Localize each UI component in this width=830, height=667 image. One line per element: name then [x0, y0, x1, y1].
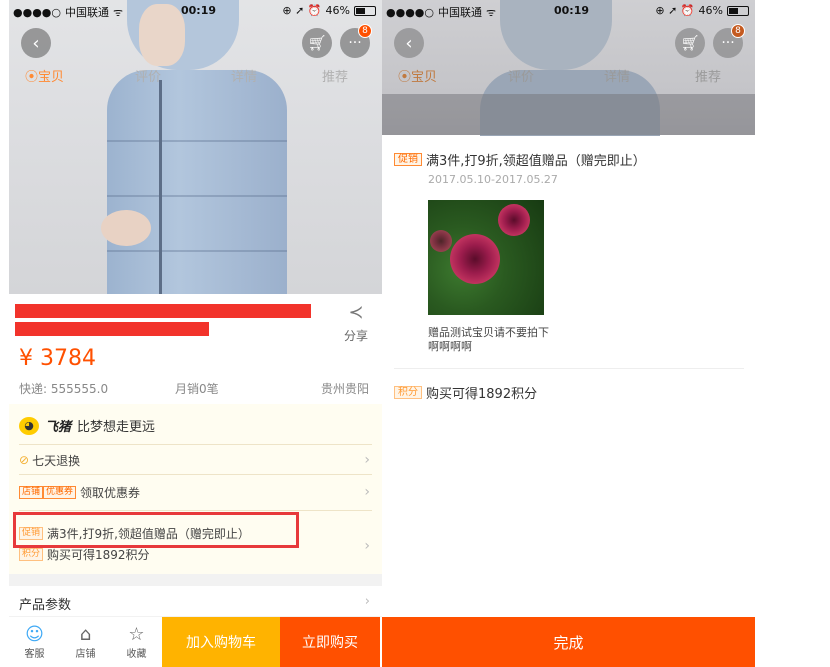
feizhu-brand: 飞猪: [45, 420, 72, 435]
tab-recommend[interactable]: 推荐: [695, 66, 721, 85]
status-time: 00:19: [181, 4, 217, 17]
status-bar: ●●●●○ 中国联通 ᯤ 00:19 ⊕ ➚ ⏰ 46%: [9, 0, 382, 22]
star-icon: ☆: [128, 623, 145, 645]
params-label: 产品参数: [19, 598, 72, 613]
location-pin-icon: ⦿: [398, 70, 412, 85]
tab-details[interactable]: 详情: [231, 66, 257, 85]
share-label: 分享: [343, 329, 368, 343]
battery-percent: 46%: [325, 4, 350, 17]
redacted-title-line-1: [15, 304, 311, 318]
feizhu-slogan: 比梦想走更远: [77, 420, 156, 435]
coupon-tag: 优惠券: [43, 485, 77, 499]
carrier-label: 中国联通: [438, 6, 482, 19]
buy-now-button[interactable]: 立即购买: [280, 617, 380, 667]
wifi-icon: ᯤ: [486, 5, 497, 19]
points-tag: 积分: [394, 386, 422, 399]
battery-icon: [354, 5, 376, 16]
back-button[interactable]: ‹: [394, 28, 424, 58]
done-button[interactable]: 完成: [382, 617, 755, 667]
tab-baobei[interactable]: ⦿宝贝: [398, 66, 437, 85]
tab-reviews[interactable]: 评价: [135, 66, 161, 85]
bottom-action-bar: ☺︎ 客服 ⌂ 店铺 ☆ 收藏 加入购物车 立即购买: [9, 617, 382, 667]
promo-highlight-annotation: [13, 512, 299, 548]
product-page: ●●●●○ 中国联通 ᯤ 00:19 ⊕ ➚ ⏰ 46% ‹ 🛒︎ ··· 8 …: [9, 0, 382, 667]
status-icons: ⊕ ➚ ⏰: [282, 4, 322, 17]
feizhu-service-block: ◕ 飞猪 比梦想走更远 ⊘ 七天退换 › 店铺 优惠券 领取优惠券 › 促销 满…: [9, 404, 382, 574]
service-icon: ☺︎: [25, 623, 44, 645]
points-text: 购买可得1892积分: [47, 547, 150, 562]
feizhu-logo-icon: ◕: [19, 416, 39, 435]
promo-date-range: 2017.05.10-2017.05.27: [428, 173, 558, 186]
coupon-row[interactable]: 店铺 优惠券 领取优惠券 ›: [9, 482, 382, 502]
coupon-text: 领取优惠券: [80, 485, 141, 500]
gift-product-image[interactable]: [428, 200, 544, 315]
ship-location: 贵州贵阳: [321, 382, 370, 396]
tab-details[interactable]: 详情: [604, 66, 630, 85]
signal-icon: ●●●●○: [386, 5, 434, 19]
chevron-right-icon: ›: [364, 484, 370, 500]
chevron-right-icon: ›: [364, 452, 370, 468]
location-pin-icon: ⦿: [25, 70, 39, 85]
return-policy-text: 七天退换: [32, 453, 81, 468]
more-icon: ···: [348, 35, 362, 51]
status-bar: ●●●●○ 中国联通 ᯤ 00:19 ⊕ ➚ ⏰ 46%: [382, 0, 755, 22]
back-button[interactable]: ‹: [21, 28, 51, 58]
cart-icon: 🛒︎: [680, 34, 700, 52]
cart-button[interactable]: 🛒︎: [675, 28, 705, 58]
store-tag: 店铺: [19, 485, 44, 499]
service-button[interactable]: ☺︎ 客服: [9, 617, 60, 667]
product-tabs: ⦿宝贝 评价 详情 推荐: [9, 66, 382, 86]
carrier-label: 中国联通: [65, 6, 109, 19]
share-button[interactable]: ≺ 分享: [339, 302, 373, 344]
add-to-cart-button[interactable]: 加入购物车: [162, 617, 280, 667]
redacted-title-line-2: [15, 322, 209, 336]
monthly-sales: 月销0笔: [175, 382, 219, 396]
points-text: 购买可得1892积分: [426, 387, 538, 402]
tab-reviews[interactable]: 评价: [508, 66, 534, 85]
signal-icon: ●●●●○: [13, 5, 61, 19]
battery-percent: 46%: [698, 4, 723, 17]
favorite-button[interactable]: ☆ 收藏: [111, 617, 162, 667]
tab-baobei[interactable]: ⦿宝贝: [25, 66, 64, 85]
store-icon: ⌂: [79, 623, 92, 645]
store-button[interactable]: ⌂ 店铺: [60, 617, 111, 667]
chevron-left-icon: ‹: [405, 32, 413, 54]
cart-icon: 🛒︎: [307, 34, 327, 52]
more-badge: 8: [731, 24, 745, 38]
more-icon: ···: [721, 35, 735, 51]
product-title-block: ≺ 分享 ¥ 3784 快递: 555555.0 月销0笔 贵州贵阳: [9, 294, 382, 404]
chevron-right-icon: ›: [364, 594, 370, 609]
wifi-icon: ᯤ: [113, 5, 124, 19]
status-time: 00:19: [554, 4, 590, 17]
promo-text: 满3件,打9折,领超值赠品（赠完即止）: [426, 154, 646, 169]
return-policy-row[interactable]: ⊘ 七天退换 ›: [9, 450, 382, 470]
promo-detail-sheet: ●●●●○ 中国联通 ᯤ 00:19 ⊕ ➚ ⏰ 46% ‹ 🛒︎ ··· 8 …: [382, 0, 755, 667]
battery-icon: [727, 5, 749, 16]
cart-button[interactable]: 🛒︎: [302, 28, 332, 58]
tab-recommend[interactable]: 推荐: [322, 66, 348, 85]
chevron-left-icon: ‹: [32, 32, 40, 54]
more-badge: 8: [358, 24, 372, 38]
shipping-fee: 快递: 555555.0: [19, 382, 109, 396]
promo-tag: 促销: [394, 153, 422, 166]
points-row: 积分 购买可得1892积分: [394, 383, 537, 402]
share-icon: ≺: [348, 302, 364, 323]
status-icons: ⊕ ➚ ⏰: [655, 4, 695, 17]
gift-caption: 赠品测试宝贝请不要拍下啊啊啊啊: [428, 326, 549, 353]
promo-heading: 促销 满3件,打9折,领超值赠品（赠完即止）: [394, 150, 646, 169]
feizhu-header: ◕ 飞猪 比梦想走更远: [19, 416, 155, 435]
product-params-row[interactable]: 产品参数 ›: [9, 586, 382, 616]
check-circle-icon: ⊘: [19, 453, 30, 467]
screenshot-canvas: ●●●●○ 中国联通 ᯤ 00:19 ⊕ ➚ ⏰ 46% ‹ 🛒︎ ··· 8 …: [0, 0, 830, 667]
points-tag: 积分: [19, 547, 44, 561]
product-tabs-dimmed: ⦿宝贝 评价 详情 推荐: [382, 66, 755, 86]
product-price: ¥ 3784: [19, 346, 96, 371]
